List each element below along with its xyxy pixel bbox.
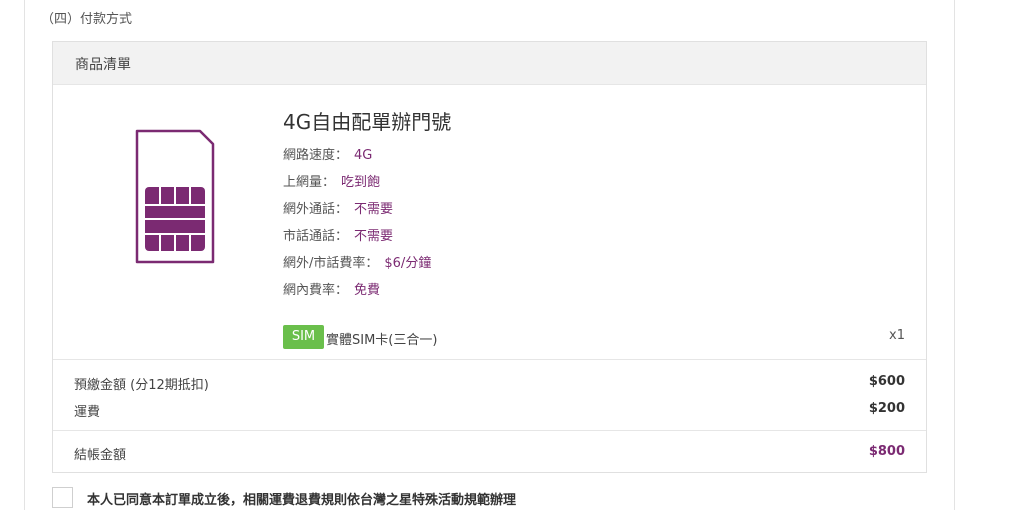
cart-header: 商品清單: [53, 42, 926, 85]
prepaid-amount-label: 預繳金額 (分12期抵扣): [74, 378, 209, 393]
section-title: （四）付款方式: [41, 12, 133, 27]
divider: [53, 359, 926, 360]
spec-value: 不需要: [354, 202, 394, 217]
spec-value: $6/分鐘: [384, 256, 432, 271]
spec-label: 網內費率：: [283, 283, 349, 298]
spec-value: 不需要: [354, 229, 394, 244]
spec-value: 吃到飽: [341, 175, 381, 190]
spec-network-speed: 網路速度： 4G: [283, 144, 372, 163]
quantity-label: x1: [889, 328, 905, 343]
shipping-fee-value: $200: [868, 401, 905, 416]
spec-label: 市話通話：: [283, 229, 349, 244]
spec-label: 網外/市話費率：: [283, 256, 379, 271]
prepaid-amount-value: $600: [868, 374, 905, 389]
cart-panel: 商品清單 4G自由配單辦門號 網路速度： 4G 上網量： 吃到飽 網外通話： 不需要 …: [52, 41, 927, 473]
spec-off-net-rate: 網外/市話費率： $6/分鐘: [283, 252, 431, 271]
spec-value: 4G: [354, 148, 373, 163]
agreement-checkbox[interactable]: [52, 487, 73, 508]
total-value: $800: [868, 444, 905, 459]
product-name: 4G自由配單辦門號: [283, 110, 452, 134]
divider: [53, 430, 926, 431]
agreement-text[interactable]: 本人已同意本訂單成立後，相關運費退費規則依台灣之星特殊活動規範辦理: [87, 489, 516, 508]
spec-label: 網外通話：: [283, 202, 349, 217]
total-label: 結帳金額: [74, 448, 127, 463]
shipping-fee-label: 運費: [74, 405, 101, 420]
sim-card-icon: [135, 129, 215, 264]
sim-badge: SIM: [283, 325, 324, 349]
spec-off-net-calls: 網外通話： 不需要: [283, 198, 393, 217]
spec-label: 上網量：: [283, 175, 336, 190]
spec-data-volume: 上網量： 吃到飽: [283, 171, 380, 190]
cart-header-label: 商品清單: [75, 57, 131, 73]
spec-on-net-rate: 網內費率： 免費: [283, 279, 380, 298]
spec-label: 網路速度：: [283, 148, 349, 163]
sim-type-label: 實體SIM卡(三合一): [326, 333, 438, 348]
spec-value: 免費: [354, 283, 381, 298]
spec-landline-calls: 市話通話： 不需要: [283, 225, 393, 244]
